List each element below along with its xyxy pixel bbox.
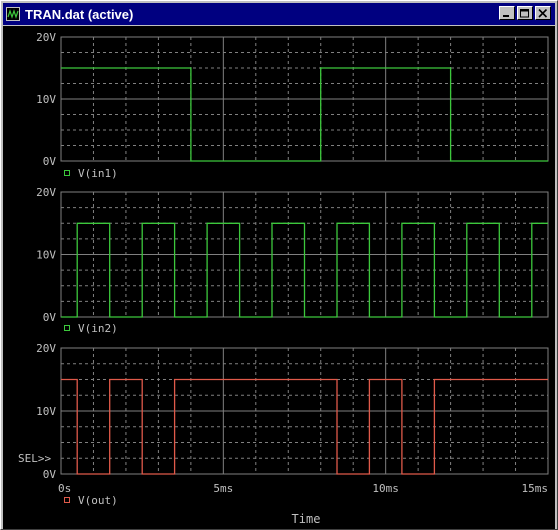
x-tick-label: 10ms	[372, 482, 399, 495]
legend-marker	[64, 170, 70, 176]
plot-panel: 0V 10V 20V V(in1)	[36, 31, 549, 180]
window-controls	[497, 6, 551, 20]
legend-label: V(in2)	[78, 322, 118, 335]
x-axis-title: Time	[292, 512, 321, 526]
window-title: TRAN.dat (active)	[25, 6, 134, 22]
legend-label: V(in1)	[78, 167, 118, 180]
minimize-icon	[503, 15, 509, 17]
y-tick-label: 10V	[36, 249, 56, 262]
close-button[interactable]	[535, 6, 551, 20]
probe-app-icon[interactable]	[6, 7, 20, 21]
x-tick-label: 0s	[58, 482, 71, 495]
title-bar[interactable]: TRAN.dat (active)	[3, 3, 555, 25]
probe-window: TRAN.dat (active) 0V 10V 20V V(in1) 0V 10V 20V…	[0, 0, 558, 530]
y-tick-label: 20V	[36, 342, 56, 355]
x-tick-label: 15ms	[522, 482, 549, 495]
x-tick-label: 5ms	[213, 482, 233, 495]
maximize-button[interactable]	[517, 6, 533, 20]
plot-panel: 0V 10V 20V V(out)	[36, 342, 549, 507]
selection-marker: SEL>>	[18, 452, 51, 465]
y-tick-label: 10V	[36, 93, 56, 106]
plot-area[interactable]: 0V 10V 20V V(in1) 0V 10V 20V V(in2) 0V 10V 20V V(ou…	[3, 26, 555, 529]
close-icon	[538, 8, 548, 18]
legend-label: V(out)	[78, 494, 118, 507]
maximize-icon	[520, 8, 529, 17]
y-tick-label: 0V	[43, 311, 57, 324]
y-tick-label: 0V	[43, 468, 57, 481]
y-tick-label: 10V	[36, 405, 56, 418]
waveform-plot[interactable]: 0V 10V 20V V(in1) 0V 10V 20V V(in2) 0V 10V 20V V(ou…	[3, 26, 555, 529]
minimize-button[interactable]	[499, 6, 515, 20]
plot-panel: 0V 10V 20V V(in2)	[36, 186, 549, 335]
y-tick-label: 20V	[36, 31, 56, 44]
y-tick-label: 0V	[43, 155, 57, 168]
y-tick-label: 20V	[36, 186, 56, 199]
legend-marker	[64, 497, 70, 503]
legend-marker	[64, 325, 70, 331]
